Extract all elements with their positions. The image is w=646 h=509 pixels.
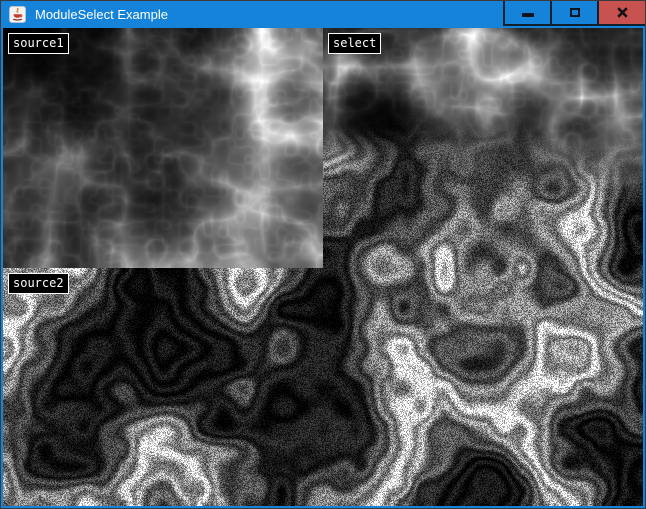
titlebar-buttons [503, 1, 645, 26]
window-title: ModuleSelect Example [35, 1, 168, 28]
source1-noise-image [3, 28, 323, 268]
source2-noise-image [3, 268, 643, 506]
label-source1: source1 [8, 33, 69, 54]
close-icon [616, 6, 629, 19]
minimize-icon [522, 13, 534, 17]
close-button[interactable] [597, 1, 645, 26]
label-select: select [328, 33, 381, 54]
render-viewport: source1 select source2 [3, 28, 643, 506]
minimize-button[interactable] [503, 1, 550, 26]
titlebar[interactable]: ModuleSelect Example [1, 1, 645, 28]
app-window: ModuleSelect Example source1 select sour… [0, 0, 646, 509]
maximize-button[interactable] [550, 1, 597, 26]
maximize-icon [570, 8, 580, 17]
label-source2: source2 [8, 273, 69, 294]
java-coffee-icon [9, 6, 26, 23]
